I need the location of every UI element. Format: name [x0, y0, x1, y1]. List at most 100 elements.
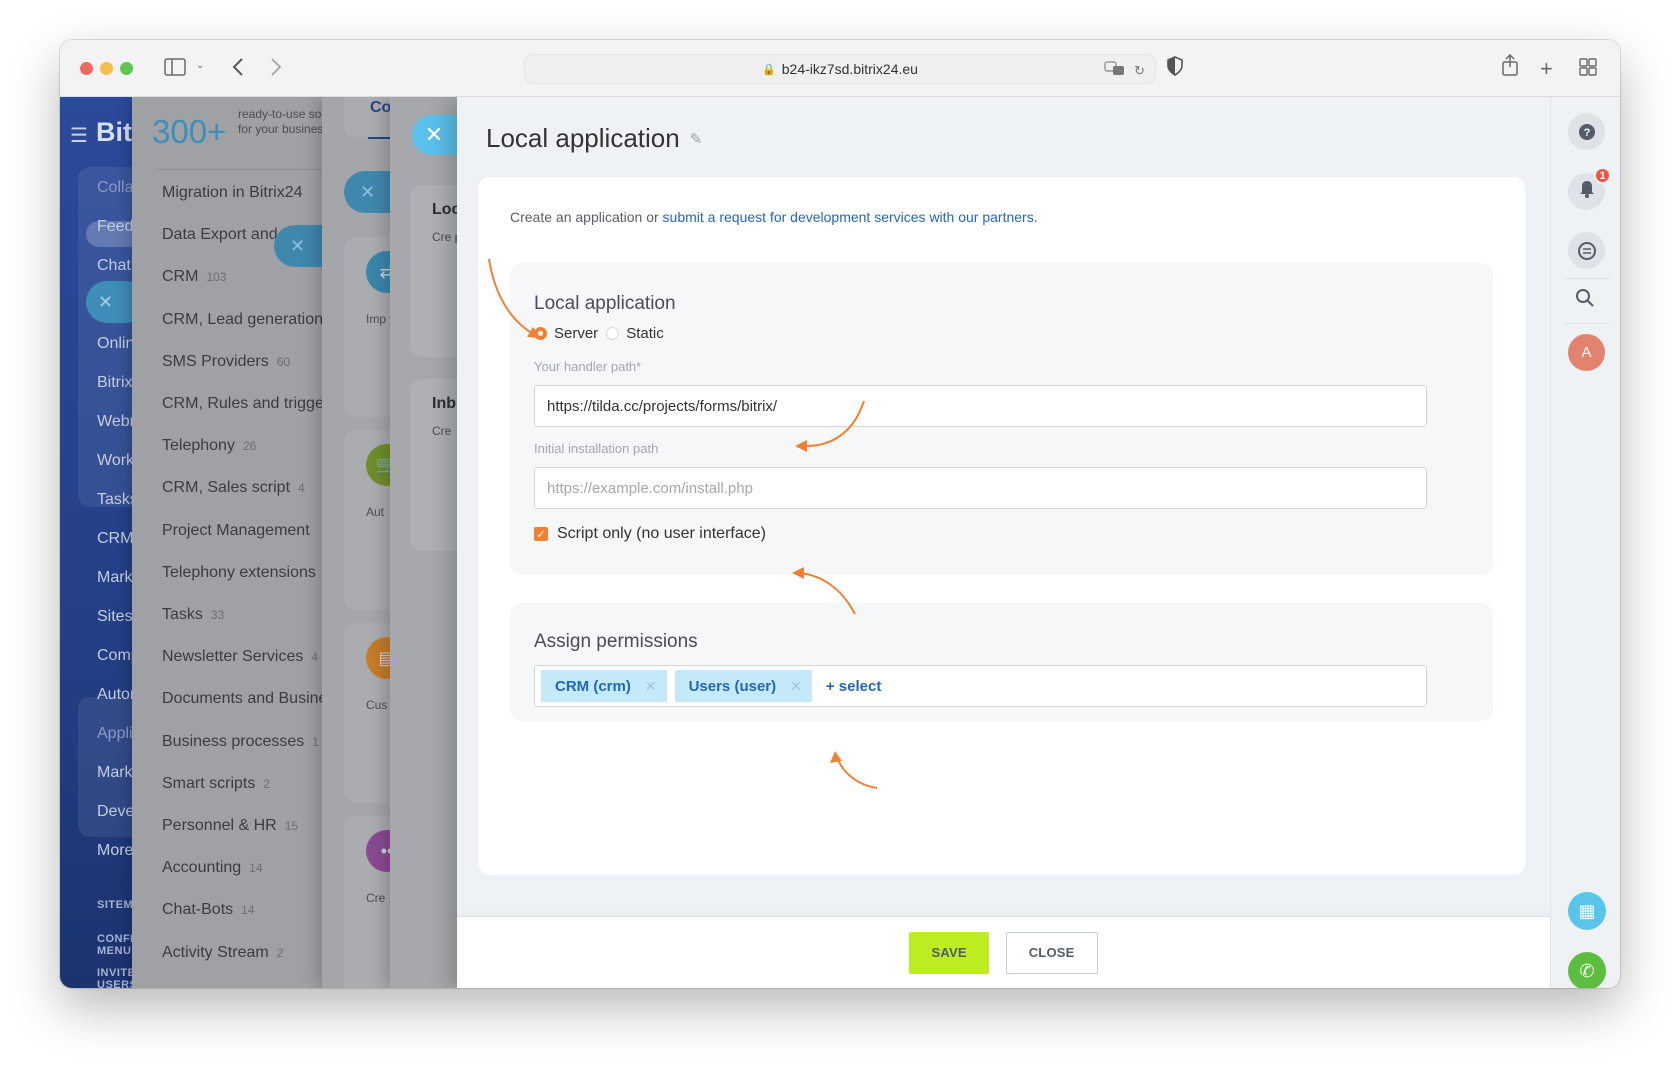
nav-item-market[interactable]: Market — [97, 764, 132, 782]
brand-logo: Bitrix24 — [96, 117, 132, 147]
section-title: Local application — [534, 293, 676, 314]
tab-common[interactable]: Co — [370, 99, 391, 117]
nav-item-collaboration[interactable]: Collaboration — [97, 179, 132, 197]
nav-item-chat[interactable]: Chat and Calls — [97, 257, 132, 275]
new-tab-icon[interactable]: + — [1540, 56, 1553, 82]
category-item[interactable]: SMS Providers 60 — [162, 353, 290, 371]
nav-item-automation[interactable]: Automation — [97, 686, 132, 704]
phone-icon: ✆ — [1579, 960, 1595, 981]
category-item[interactable]: CRM, Lead generation — [162, 311, 323, 329]
category-item[interactable]: CRM 103 — [162, 268, 226, 286]
configure-menu-link[interactable]: CONFIGURE MENU — [97, 933, 132, 957]
translate-icon[interactable] — [1104, 61, 1126, 80]
remove-chip-icon[interactable]: ✕ — [645, 678, 657, 695]
nav-item-crm[interactable]: CRM — [97, 530, 132, 548]
install-path-input[interactable]: https://example.com/install.php — [534, 467, 1427, 509]
category-count: 2 — [276, 945, 284, 960]
script-only-label[interactable]: Script only (no user interface) — [557, 525, 766, 543]
lock-icon: 🔒 — [762, 63, 776, 76]
user-avatar[interactable]: A — [1568, 334, 1605, 371]
radio-static-label[interactable]: Static — [626, 325, 664, 342]
permissions-section: Assign permissions CRM (crm) ✕ Users (us… — [510, 603, 1493, 721]
nav-item-developer[interactable]: Developer resources — [97, 803, 132, 821]
share-icon[interactable] — [1501, 54, 1519, 76]
local-application-slider: Local application ✎ Create an applicatio… — [457, 97, 1550, 988]
reload-icon[interactable]: ↻ — [1134, 63, 1145, 79]
chevron-down-icon[interactable]: ⌄ — [196, 60, 204, 71]
minimize-window-button[interactable] — [100, 62, 113, 75]
category-item[interactable]: Business processes 1 — [162, 733, 319, 751]
save-button[interactable]: SAVE — [909, 931, 989, 974]
category-item[interactable]: Migration in Bitrix24 — [162, 184, 303, 202]
category-item[interactable]: Newsletter Services 4 — [162, 648, 318, 666]
category-label: Personnel & HR — [162, 817, 277, 834]
permissions-selector[interactable]: CRM (crm) ✕ Users (user) ✕ + select — [534, 665, 1427, 707]
back-icon[interactable] — [232, 57, 244, 77]
nav-item-workgroups[interactable]: Workgroups — [97, 452, 132, 470]
quick-actions-button[interactable]: ▦ — [1568, 892, 1606, 930]
script-only-checkbox[interactable]: ✓ — [534, 527, 548, 541]
notifications-button[interactable]: 1 — [1568, 167, 1611, 210]
url-text: b24-ikz7sd.bitrix24.eu — [781, 61, 918, 77]
close-icon: ✕ — [86, 281, 132, 323]
close-window-button[interactable] — [80, 62, 93, 75]
messenger-button[interactable] — [1568, 232, 1605, 269]
category-item[interactable]: Accounting 14 — [162, 859, 263, 877]
category-item[interactable]: Smart scripts 2 — [162, 775, 270, 793]
radio-server[interactable] — [534, 327, 547, 340]
call-button[interactable]: ✆ — [1568, 952, 1606, 988]
category-count: 2 — [263, 776, 271, 791]
category-label: Activity Stream — [162, 943, 269, 961]
nav-item-drive[interactable]: Bitrix24.Drive — [97, 374, 132, 392]
category-item[interactable]: Chat-Bots 14 — [162, 901, 255, 919]
market-tagline: ready-to-use solutions for your business — [238, 107, 332, 136]
category-label: CRM, Lead generation — [162, 310, 323, 328]
sidebar-toggle-icon[interactable] — [164, 58, 186, 76]
nav-item-online-docs[interactable]: Online Documents — [97, 335, 132, 353]
category-item[interactable]: CRM, Rules and triggers — [162, 395, 332, 413]
category-item[interactable]: Documents and Business — [162, 690, 332, 708]
menu-burger-icon[interactable]: ☰ — [70, 123, 88, 148]
category-count: 103 — [206, 270, 227, 285]
right-rail: ? 1 A ▦ ✆ — [1550, 97, 1620, 988]
category-label: SMS Providers — [162, 352, 269, 370]
remove-chip-icon[interactable]: ✕ — [790, 678, 802, 695]
category-item[interactable]: Telephony 26 — [162, 437, 256, 455]
address-bar[interactable]: 🔒 b24-ikz7sd.bitrix24.eu ↻ — [524, 54, 1156, 84]
nav-item-applications[interactable]: Applications — [97, 725, 132, 743]
forward-icon[interactable] — [270, 57, 282, 77]
handler-path-label: Your handler path* — [534, 359, 642, 374]
radio-static[interactable] — [606, 327, 620, 340]
category-item[interactable]: Personnel & HR 15 — [162, 817, 298, 835]
zoom-window-button[interactable] — [120, 62, 133, 75]
nav-item-marketing[interactable]: Marketing — [97, 569, 132, 587]
category-item[interactable]: Tasks 33 — [162, 606, 224, 624]
script-only-checkbox-row[interactable]: ✓ Script only (no user interface) — [534, 525, 766, 543]
category-label: CRM — [162, 268, 199, 286]
invite-users-link[interactable]: INVITE USERS — [97, 967, 132, 988]
nav-item-webmail[interactable]: Webmail — [97, 413, 132, 431]
partners-request-link[interactable]: submit a request for development service… — [663, 209, 1038, 225]
sitemap-link[interactable]: SITEMAP — [97, 899, 132, 911]
category-item[interactable]: Activity Stream 2 — [162, 944, 283, 962]
category-item[interactable]: Project Management — [162, 522, 310, 540]
nav-item-feed[interactable]: Feed — [97, 218, 132, 236]
category-item[interactable]: CRM, Sales script 4 — [162, 479, 305, 497]
bell-icon — [1579, 180, 1595, 203]
nav-item-tasks[interactable]: Tasks and Projects — [97, 491, 132, 509]
add-permission-button[interactable]: + select — [826, 678, 881, 695]
edit-pencil-icon[interactable]: ✎ — [690, 130, 703, 148]
help-button[interactable]: ? — [1568, 113, 1605, 150]
handler-path-input[interactable]: https://tilda.cc/projects/forms/bitrix/ — [534, 385, 1427, 427]
category-label: Smart scripts — [162, 774, 256, 792]
nav-item-more[interactable]: More... — [97, 842, 132, 860]
nav-item-company[interactable]: Company — [97, 647, 132, 665]
radio-server-label[interactable]: Server — [554, 325, 598, 342]
search-icon[interactable] — [1574, 287, 1596, 314]
category-item[interactable]: Telephony extensions — [162, 564, 316, 582]
close-button[interactable]: CLOSE — [1005, 931, 1098, 974]
tab-overview-icon[interactable] — [1579, 58, 1597, 76]
close-slider-button[interactable]: ✕ — [412, 115, 460, 155]
shield-icon[interactable] — [1167, 56, 1183, 76]
nav-item-sites[interactable]: Sites and Stores — [97, 608, 132, 626]
